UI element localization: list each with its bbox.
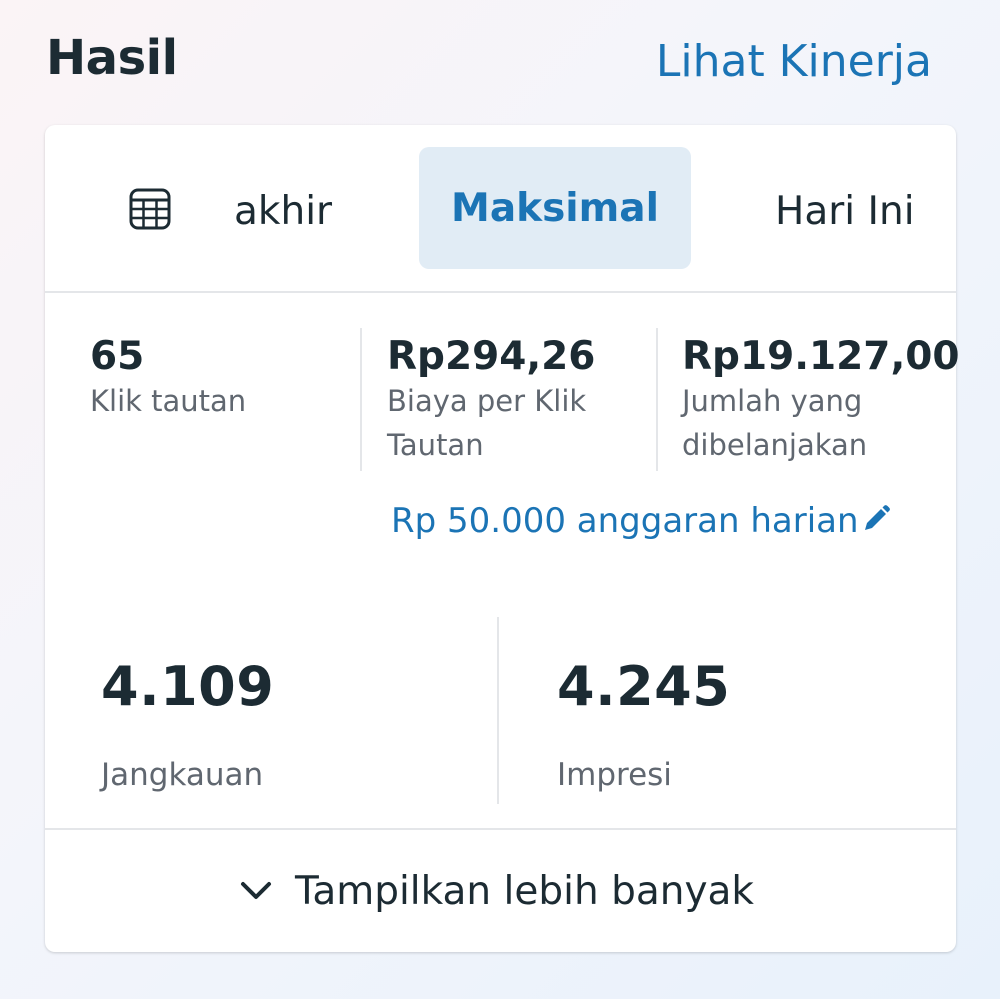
reach-impressions-row: 4.109 Jangkauan 4.245 Impresi — [45, 615, 956, 830]
results-header: Hasil Lihat Kinerja — [0, 0, 1000, 125]
see-performance-link[interactable]: Lihat Kinerja — [656, 36, 932, 87]
metric-label: Klik tautan — [90, 384, 247, 418]
tab-maximum[interactable]: Maksimal — [419, 147, 691, 269]
metric-cost-per-click: Rp294,26 Biaya per Klik Tautan — [387, 333, 647, 467]
show-more-label: Tampilkan lebih banyak — [294, 868, 755, 914]
results-card: akhir Maksimal Hari Ini 65 Klik tautan R… — [45, 125, 960, 952]
metric-impressions: 4.245 Impresi — [557, 655, 730, 793]
metric-amount-spent: Rp19.127,00 Jumlah yang dibelanjakan — [682, 333, 960, 467]
chevron-down-icon — [240, 882, 271, 899]
metric-label: Jumlah yang dibelanjakan — [682, 384, 868, 462]
metric-value: Rp294,26 — [387, 334, 596, 379]
daily-budget-text: Rp 50.000 anggaran harian — [391, 501, 859, 541]
metric-link-clicks: 65 Klik tautan — [90, 333, 350, 423]
page-title: Hasil — [46, 30, 178, 86]
show-more-button[interactable]: Tampilkan lebih banyak — [45, 828, 956, 952]
divider — [497, 617, 499, 804]
divider — [656, 328, 658, 471]
metrics-row: 65 Klik tautan Rp294,26 Biaya per Klik T… — [45, 293, 960, 503]
daily-budget-link[interactable]: Rp 50.000 anggaran harian — [391, 501, 891, 541]
metric-label: Biaya per Klik Tautan — [387, 384, 587, 462]
metric-label: Jangkauan — [101, 757, 264, 793]
date-range-tabs: akhir Maksimal Hari Ini — [45, 125, 956, 293]
divider — [360, 328, 362, 471]
metric-label: Impresi — [557, 757, 672, 793]
metric-value: 4.245 — [557, 655, 731, 718]
metric-value: 4.109 — [101, 655, 275, 718]
pencil-icon — [864, 505, 890, 530]
metric-reach: 4.109 Jangkauan — [101, 655, 274, 793]
calendar-grid-icon[interactable] — [128, 187, 172, 231]
tab-today[interactable]: Hari Ini — [775, 189, 915, 234]
tab-last[interactable]: akhir — [234, 189, 332, 234]
metric-value: 65 — [90, 334, 145, 379]
metric-value: Rp19.127,00 — [682, 334, 960, 379]
